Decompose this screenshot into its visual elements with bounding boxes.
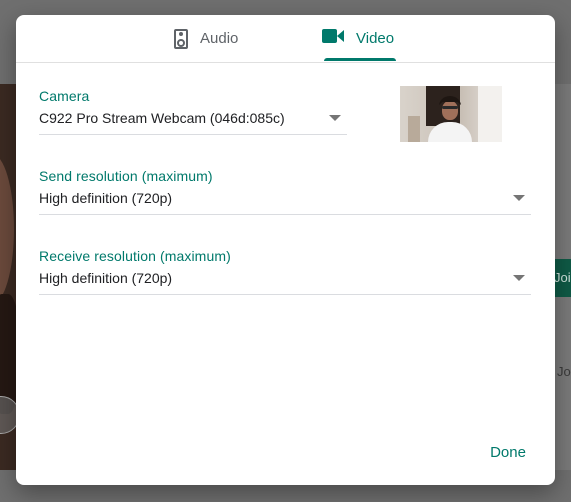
receive-resolution-field: Receive resolution (maximum) High defini… (39, 248, 531, 295)
receive-resolution-value: High definition (720p) (39, 270, 173, 286)
tab-video[interactable]: Video (322, 15, 394, 62)
send-resolution-field: Send resolution (maximum) High definitio… (39, 168, 531, 215)
videocam-icon (322, 28, 344, 49)
tab-video-label: Video (356, 30, 395, 47)
camera-select-value: C922 Pro Stream Webcam (046d:085c) (39, 110, 285, 126)
tab-audio-label: Audio (200, 30, 239, 47)
send-resolution-select[interactable]: High definition (720p) (39, 190, 531, 215)
background-side-text: Join (557, 364, 571, 379)
send-resolution-label: Send resolution (maximum) (39, 168, 213, 184)
done-button[interactable]: Done (478, 437, 538, 467)
send-resolution-value: High definition (720p) (39, 190, 173, 206)
settings-tabs: Audio Video (16, 15, 555, 63)
camera-label: Camera (39, 88, 90, 104)
receive-resolution-select[interactable]: High definition (720p) (39, 270, 531, 295)
camera-preview (400, 86, 502, 142)
settings-dialog: Audio Video Camera C922 Pro Stream Webca… (16, 15, 555, 485)
camera-field: Camera C922 Pro Stream Webcam (046d:085c… (39, 88, 347, 135)
camera-select[interactable]: C922 Pro Stream Webcam (046d:085c) (39, 110, 347, 135)
speaker-icon (174, 28, 188, 49)
chevron-down-icon (513, 275, 525, 281)
chevron-down-icon (329, 115, 341, 121)
receive-resolution-label: Receive resolution (maximum) (39, 248, 231, 264)
active-tab-indicator (324, 58, 396, 61)
chevron-down-icon (513, 195, 525, 201)
tab-audio[interactable]: Audio (174, 15, 238, 62)
